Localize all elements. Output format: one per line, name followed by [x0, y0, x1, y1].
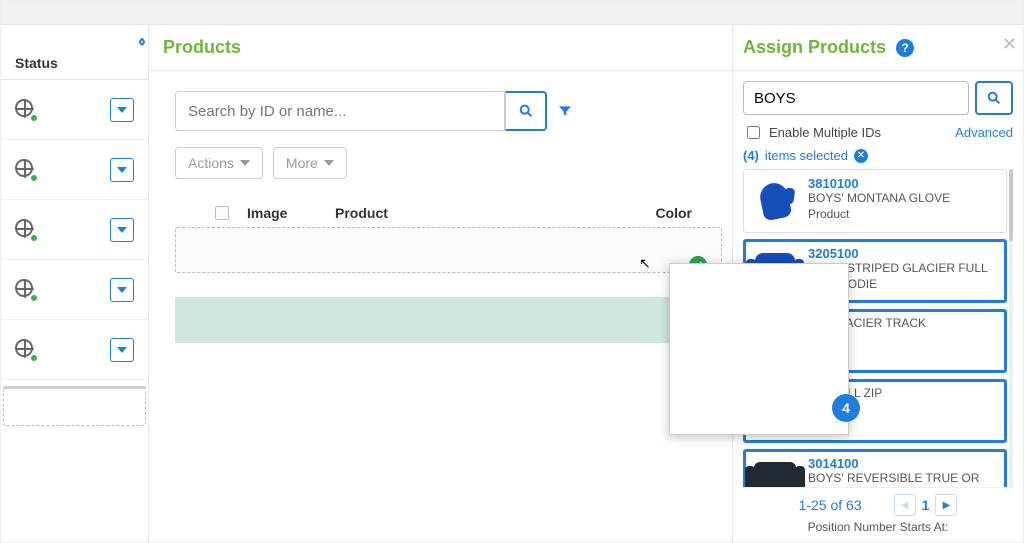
chevron-down-icon: [240, 160, 250, 166]
clear-selection-icon[interactable]: ✕: [854, 149, 868, 163]
enable-multiple-ids[interactable]: Enable Multiple IDs: [743, 123, 881, 142]
globe-online-icon: [15, 279, 37, 301]
drag-proxy: 4: [669, 263, 849, 435]
product-search-button[interactable]: [505, 91, 547, 131]
status-row[interactable]: [1, 260, 148, 320]
product-drop-row-active[interactable]: [175, 297, 722, 343]
left-panel: ‹› Status: [1, 25, 149, 542]
close-icon[interactable]: ✕: [1002, 35, 1017, 53]
selected-count: (4): [743, 148, 759, 163]
chevron-down-icon: [324, 160, 334, 166]
col-image: Image: [247, 205, 317, 221]
product-id: 3810100: [808, 176, 1000, 191]
pager: 1-25 of 63 ◀ 1 ▶: [743, 487, 1013, 516]
globe-online-icon: [15, 159, 37, 181]
search-icon: [986, 90, 1002, 106]
globe-online-icon: [15, 339, 37, 361]
status-drop-target[interactable]: [3, 386, 146, 426]
status-row[interactable]: [1, 320, 148, 380]
actions-label: Actions: [188, 155, 234, 171]
globe-online-icon: [15, 99, 37, 121]
product-sub: Product: [808, 207, 1000, 223]
product-thumb: [750, 176, 800, 226]
search-icon: [518, 103, 534, 119]
product-search-input[interactable]: [175, 91, 505, 131]
main-columns: ‹› Status Products: [1, 25, 1023, 542]
product-thumb: [750, 456, 800, 487]
assign-scrollbar[interactable]: [1009, 169, 1013, 487]
page-prev-button[interactable]: ◀: [894, 494, 916, 516]
products-title: Products: [149, 25, 732, 71]
status-row-menu[interactable]: [110, 338, 134, 362]
filter-icon[interactable]: [557, 103, 573, 119]
assign-title: Assign Products: [743, 37, 886, 58]
status-row-menu[interactable]: [110, 158, 134, 182]
position-label: Position Number Starts At:: [743, 516, 1013, 542]
help-icon[interactable]: ?: [896, 39, 914, 57]
nav-arrows[interactable]: ‹›: [138, 31, 142, 52]
status-heading: Status: [1, 25, 148, 80]
page-next-button[interactable]: ▶: [935, 494, 957, 516]
assign-search-button[interactable]: [975, 81, 1013, 115]
product-table-header: Image Product Color: [215, 205, 722, 221]
status-row[interactable]: [1, 200, 148, 260]
select-all-checkbox[interactable]: [215, 206, 229, 220]
scroll-thumb[interactable]: [1009, 169, 1013, 241]
assign-search-input[interactable]: [743, 81, 969, 115]
product-card[interactable]: 3810100 BOYS' MONTANA GLOVE Product: [743, 169, 1007, 233]
product-card[interactable]: 3014100 BOYS' REVERSIBLE TRUE OR FALSE J…: [743, 449, 1007, 487]
status-row-menu[interactable]: [110, 218, 134, 242]
col-color: Color: [655, 205, 722, 221]
product-id: 3205100: [808, 246, 1000, 261]
items-selected-row: (4) items selected ✕: [743, 148, 1013, 163]
top-bar: [1, 1, 1023, 25]
app-window: ‹› Status Products: [0, 0, 1024, 543]
page-number-input[interactable]: 1: [922, 497, 930, 513]
status-row-menu[interactable]: [110, 98, 134, 122]
actions-dropdown[interactable]: Actions: [175, 147, 263, 179]
search-row: [175, 91, 722, 131]
enable-multiple-checkbox[interactable]: [747, 126, 760, 139]
pager-text: 1-25 of 63: [799, 497, 862, 513]
more-label: More: [286, 155, 318, 171]
drag-count-badge: 4: [832, 394, 860, 422]
enable-multiple-label: Enable Multiple IDs: [769, 125, 881, 140]
status-row[interactable]: [1, 140, 148, 200]
advanced-link[interactable]: Advanced: [955, 125, 1013, 140]
status-row-menu[interactable]: [110, 278, 134, 302]
col-product: Product: [335, 205, 388, 221]
product-drop-row[interactable]: [175, 227, 722, 273]
products-panel: Products Actions: [149, 25, 733, 542]
product-id: 3014100: [808, 456, 1000, 471]
status-row[interactable]: [1, 80, 148, 140]
globe-online-icon: [15, 219, 37, 241]
selected-text: items selected: [765, 148, 848, 163]
product-name: BOYS' MONTANA GLOVE: [808, 191, 1000, 207]
next-icon[interactable]: ›: [140, 31, 142, 51]
more-dropdown[interactable]: More: [273, 147, 347, 179]
product-name: BOYS' REVERSIBLE TRUE OR FALSE JACKET: [808, 471, 1000, 487]
